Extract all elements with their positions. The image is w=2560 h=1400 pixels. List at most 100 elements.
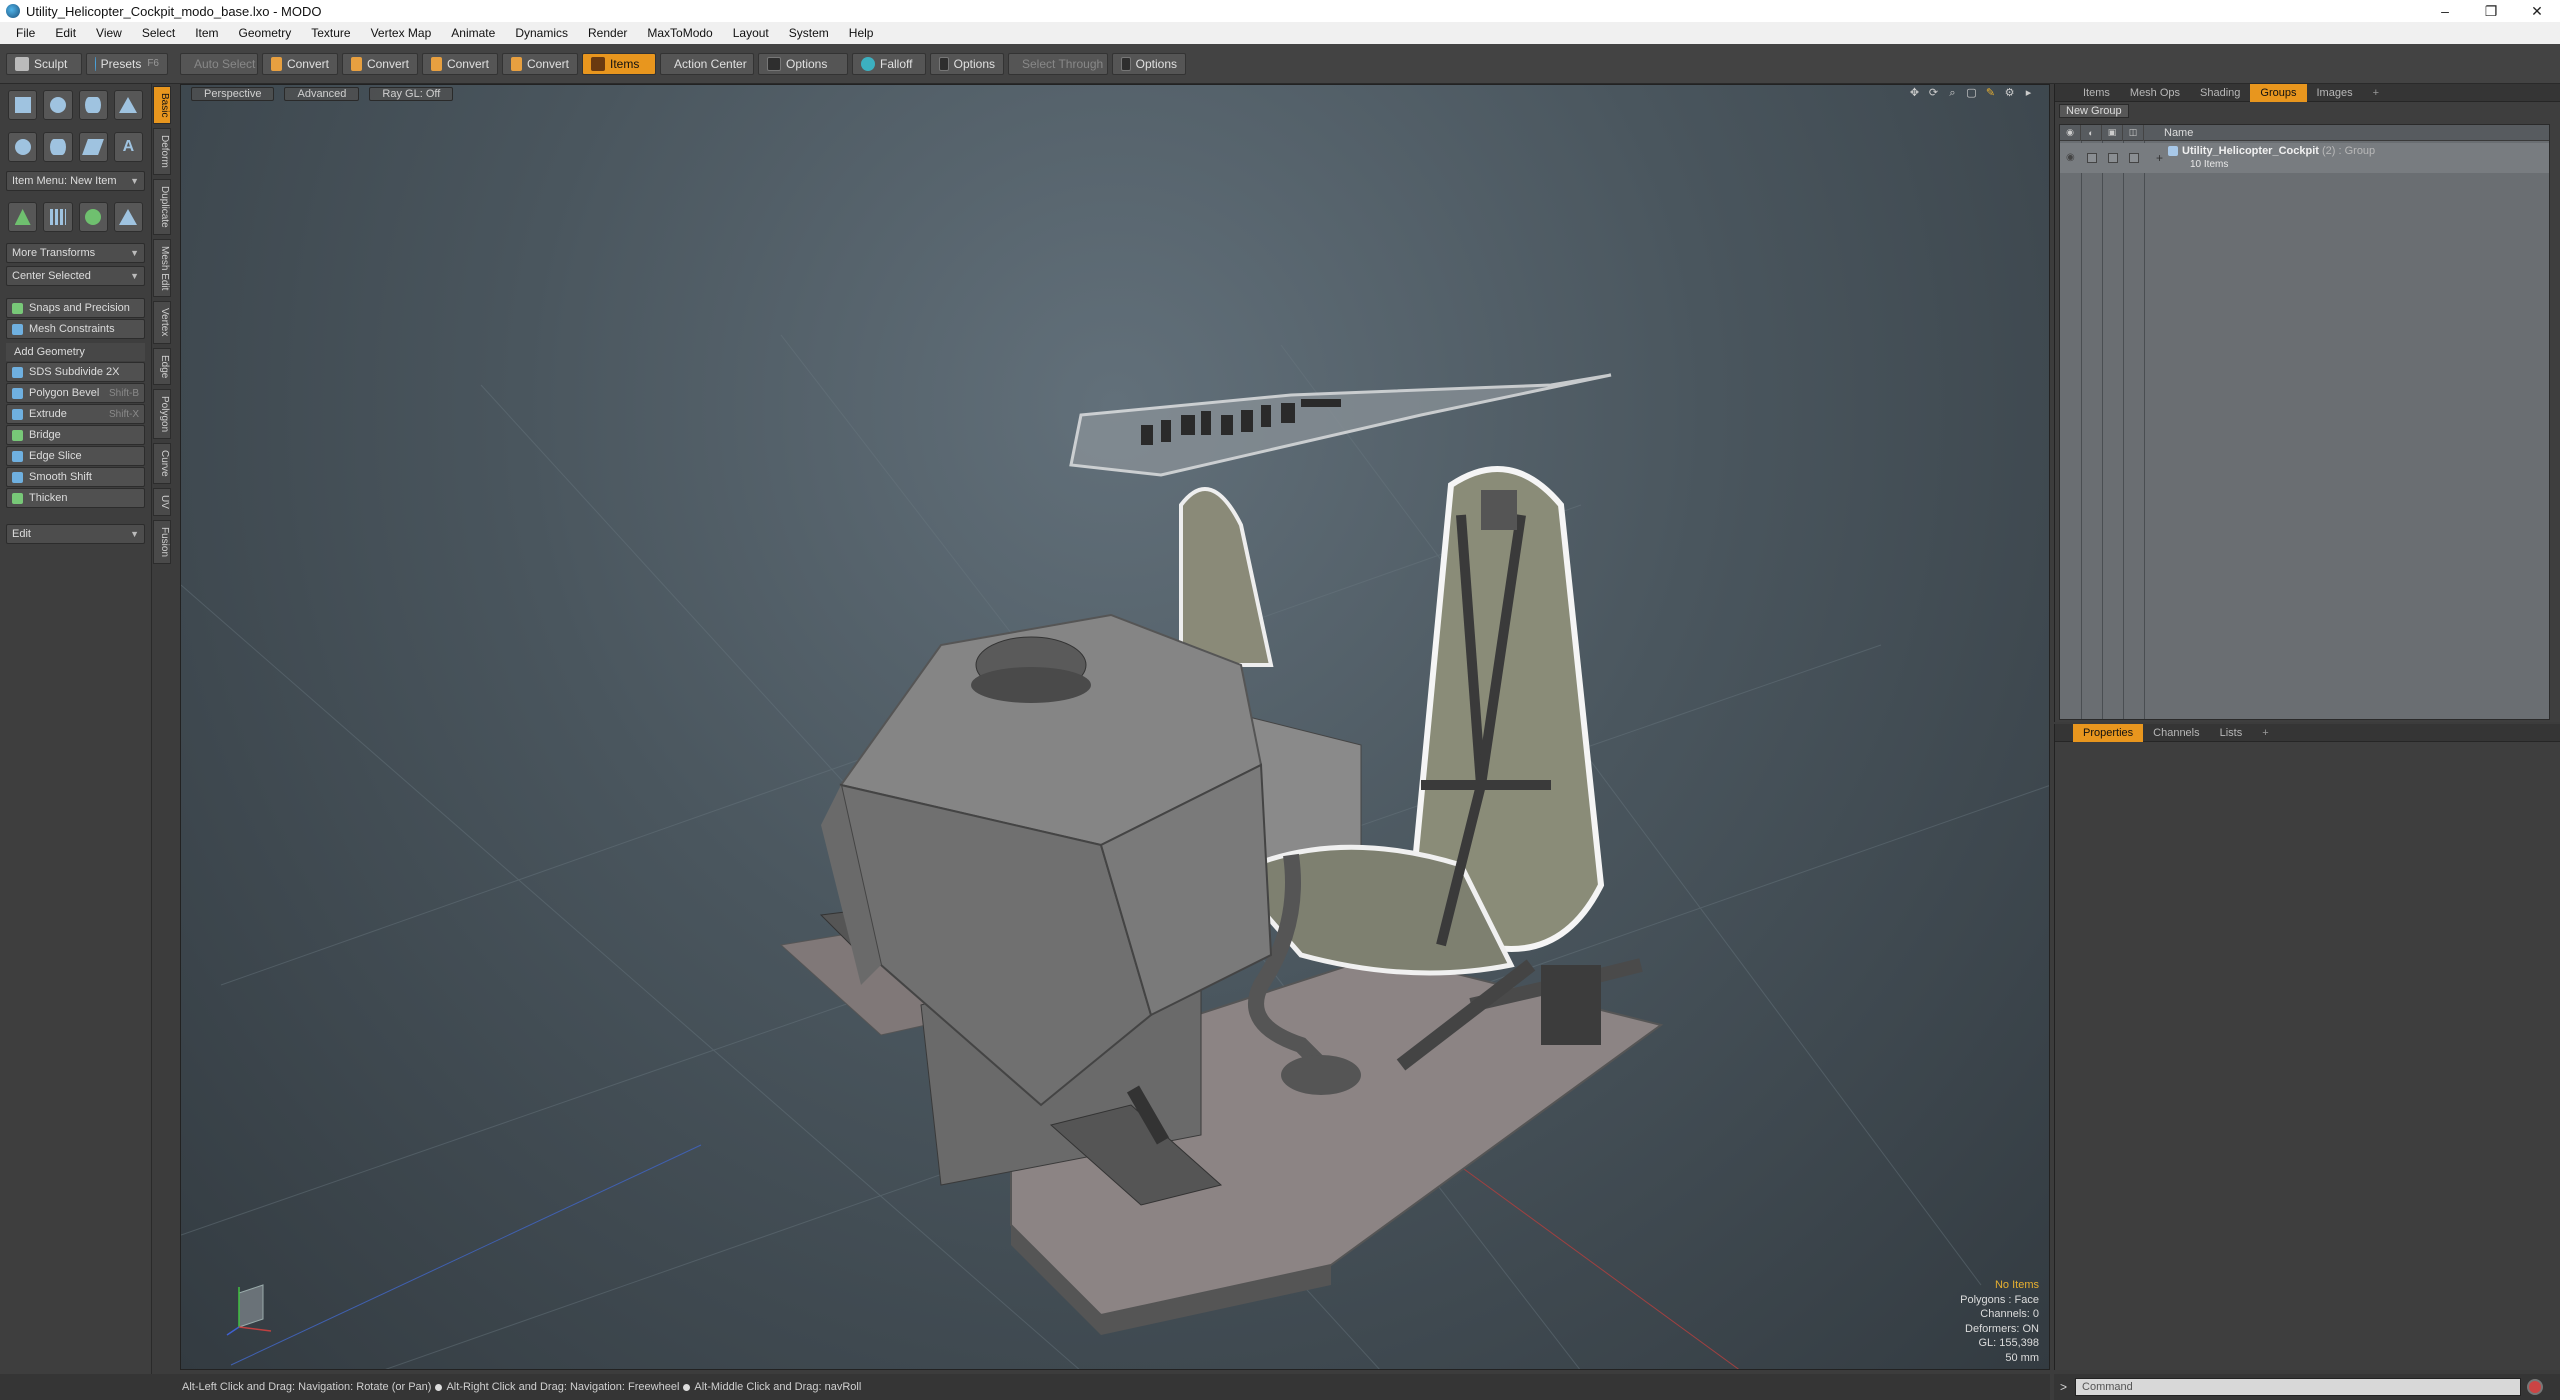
- scale-button[interactable]: [78, 202, 108, 232]
- minimize-button[interactable]: –: [2422, 0, 2468, 22]
- group-row[interactable]: ◉ + Utility_Helicopter_Cockpit (2) : Gro…: [2060, 143, 2549, 173]
- move-button[interactable]: [8, 202, 38, 232]
- capsule-button[interactable]: [8, 132, 38, 162]
- render-toggle[interactable]: [2087, 153, 2097, 163]
- add-tab-icon[interactable]: +: [2252, 724, 2278, 742]
- menu-render[interactable]: Render: [578, 22, 637, 44]
- command-history-button[interactable]: [2527, 1379, 2544, 1395]
- lock-column-icon[interactable]: ▣: [2102, 124, 2123, 141]
- extrude-button[interactable]: Extrude Shift-X: [6, 404, 145, 424]
- vtab-fusion[interactable]: Fusion: [153, 519, 171, 564]
- paint-icon[interactable]: ✎: [1984, 87, 1997, 100]
- action-center-button[interactable]: Action Center: [660, 52, 754, 75]
- advanced-button[interactable]: Advanced: [284, 87, 360, 101]
- select-through-button[interactable]: Select Through: [1008, 52, 1108, 75]
- falloff-options-button[interactable]: Options: [930, 52, 1004, 75]
- cockpit-scene[interactable]: [181, 85, 2050, 1370]
- smooth-shift-button[interactable]: Smooth Shift: [6, 467, 145, 487]
- menu-system[interactable]: System: [779, 22, 839, 44]
- groups-list[interactable]: ◉ ◐ ▣ ◫ Name ◉ + Utility_Helicopter_Cock…: [2059, 124, 2550, 720]
- select-column-icon[interactable]: ◫: [2123, 124, 2144, 141]
- 3d-viewport[interactable]: Perspective Advanced Ray GL: Off ✥ ⟳ ⌕ ▢…: [180, 84, 2050, 1370]
- center-selected-dropdown[interactable]: Center Selected ▼: [6, 266, 145, 286]
- menu-item[interactable]: Item: [185, 22, 228, 44]
- eye-icon[interactable]: ◉: [2066, 152, 2075, 163]
- item-menu-dropdown[interactable]: Item Menu: New Item ▼: [6, 171, 145, 191]
- menu-select[interactable]: Select: [132, 22, 185, 44]
- presets-button[interactable]: Presets F6: [86, 52, 168, 75]
- name-column-header[interactable]: Name: [2144, 127, 2193, 139]
- convert-polygons-button[interactable]: Convert: [422, 52, 498, 75]
- cube-button[interactable]: [8, 90, 38, 120]
- cone-button[interactable]: [113, 90, 143, 120]
- convert-edges-button[interactable]: Convert: [342, 52, 418, 75]
- auto-select-button[interactable]: Auto Select: [180, 52, 258, 75]
- tab-groups[interactable]: Groups: [2250, 83, 2307, 102]
- perspective-button[interactable]: Perspective: [191, 87, 275, 101]
- transform-button[interactable]: [113, 202, 143, 232]
- vtab-uv[interactable]: UV: [153, 487, 171, 516]
- snaps-precision-button[interactable]: Snaps and Precision: [6, 298, 145, 318]
- more-transforms-dropdown[interactable]: More Transforms ▼: [6, 243, 145, 263]
- lock-toggle[interactable]: [2108, 153, 2118, 163]
- menu-texture[interactable]: Texture: [301, 22, 360, 44]
- raygl-button[interactable]: Ray GL: Off: [369, 87, 454, 101]
- menu-edit[interactable]: Edit: [45, 22, 86, 44]
- fit-icon[interactable]: ▢: [1965, 87, 1978, 100]
- menu-geometry[interactable]: Geometry: [229, 22, 302, 44]
- edit-dropdown[interactable]: Edit ▼: [6, 524, 145, 544]
- sphere-button[interactable]: [43, 90, 73, 120]
- expand-icon[interactable]: +: [2156, 151, 2163, 165]
- wedge-button[interactable]: [78, 132, 108, 162]
- torus-button[interactable]: [43, 132, 73, 162]
- menu-vertex-map[interactable]: Vertex Map: [361, 22, 442, 44]
- vtab-curve[interactable]: Curve: [153, 443, 171, 484]
- menu-file[interactable]: File: [6, 22, 45, 44]
- mesh-constraints-button[interactable]: Mesh Constraints: [6, 319, 145, 339]
- menu-layout[interactable]: Layout: [723, 22, 779, 44]
- maximize-button[interactable]: ❐: [2468, 0, 2514, 22]
- menu-view[interactable]: View: [86, 22, 132, 44]
- close-button[interactable]: ✕: [2514, 0, 2560, 22]
- command-input[interactable]: Command: [2075, 1378, 2522, 1396]
- pan-icon[interactable]: ✥: [1908, 87, 1921, 100]
- items-mode-button[interactable]: Items: [582, 52, 656, 75]
- thicken-button[interactable]: Thicken: [6, 488, 145, 508]
- menu-animate[interactable]: Animate: [441, 22, 505, 44]
- vtab-basic[interactable]: Basic: [153, 86, 171, 125]
- add-geometry-section[interactable]: Add Geometry: [6, 343, 145, 361]
- action-center-options-button[interactable]: Options: [758, 52, 848, 75]
- zoom-icon[interactable]: ⌕: [1946, 87, 1959, 100]
- new-group-button[interactable]: New Group: [2059, 104, 2129, 118]
- vtab-deform[interactable]: Deform: [153, 128, 171, 176]
- select-through-options-button[interactable]: Options: [1112, 52, 1186, 75]
- polygon-bevel-button[interactable]: Polygon Bevel Shift-B: [6, 383, 145, 403]
- add-tab-icon[interactable]: +: [2363, 84, 2389, 102]
- rotate-icon[interactable]: ⟳: [1927, 87, 1940, 100]
- tab-lists[interactable]: Lists: [2210, 724, 2253, 742]
- render-column-icon[interactable]: ◐: [2081, 124, 2102, 141]
- menu-dynamics[interactable]: Dynamics: [505, 22, 578, 44]
- sds-subdivide-button[interactable]: SDS Subdivide 2X: [6, 362, 145, 382]
- tab-shading[interactable]: Shading: [2190, 84, 2250, 102]
- convert-materials-button[interactable]: Convert: [502, 52, 578, 75]
- sculpt-button[interactable]: Sculpt: [6, 52, 82, 75]
- tab-items[interactable]: Items: [2073, 84, 2120, 102]
- vtab-edge[interactable]: Edge: [153, 347, 171, 386]
- menu-maxtomodo[interactable]: MaxToModo: [637, 22, 722, 44]
- expand-arrow-icon[interactable]: ▸: [2022, 87, 2035, 100]
- visibility-column-icon[interactable]: ◉: [2060, 124, 2081, 141]
- text-button[interactable]: A: [113, 132, 143, 162]
- convert-vertices-button[interactable]: Convert: [262, 52, 338, 75]
- menu-help[interactable]: Help: [839, 22, 884, 44]
- tab-mesh-ops[interactable]: Mesh Ops: [2120, 84, 2190, 102]
- cylinder-button[interactable]: [78, 90, 108, 120]
- gear-icon[interactable]: ⚙: [2003, 87, 2016, 100]
- vtab-duplicate[interactable]: Duplicate: [153, 179, 171, 235]
- rotate-button[interactable]: [43, 202, 73, 232]
- tab-properties[interactable]: Properties: [2073, 723, 2144, 742]
- tab-channels[interactable]: Channels: [2143, 724, 2209, 742]
- edge-slice-button[interactable]: Edge Slice: [6, 446, 145, 466]
- bridge-button[interactable]: Bridge: [6, 425, 145, 445]
- tab-images[interactable]: Images: [2307, 84, 2363, 102]
